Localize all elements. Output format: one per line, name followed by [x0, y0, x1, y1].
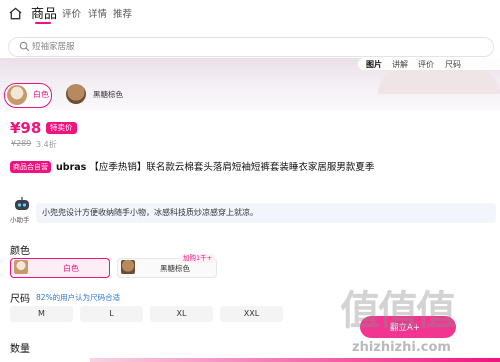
gallery-tab-size[interactable]: 尺码	[445, 59, 461, 70]
original-price: ¥289	[11, 139, 32, 148]
top-nav: 商品 评价 详情 推荐	[0, 0, 500, 30]
search-icon	[19, 41, 30, 52]
banner-color-chip-white[interactable]: 白色	[4, 83, 52, 108]
color-thumbnail	[14, 260, 28, 274]
add-to-cart-count-tag: 加购1千+	[180, 254, 216, 263]
assistant-name: 小助手	[10, 216, 30, 224]
assistant-tip-text: 小兜兜设计方便收纳随手小物，冰感科技质炒凉感穿上就凉。	[42, 208, 258, 217]
sale-price-badge: 特卖价	[46, 122, 77, 134]
brand-name: ubras	[56, 162, 87, 173]
search-placeholder: 短袖家居服	[32, 42, 75, 52]
product-title-text: 【应季热销】联名款云棉套头落肩短袖短裤套装睡衣家居服男款夏季	[89, 162, 375, 173]
current-price: ¥98	[10, 119, 42, 137]
banner-color-chip-brown[interactable]: 黑糖棕色	[66, 83, 130, 106]
color-thumbnail	[121, 260, 135, 274]
size-option-xl[interactable]: XL	[150, 306, 213, 322]
tab-active-indicator	[35, 22, 51, 24]
watermark: 值值值 zhizhizhi.com	[340, 270, 500, 362]
gallery-tab-reviews[interactable]: 评价	[418, 59, 434, 70]
quantity-heading: 数量	[10, 344, 30, 355]
size-fit-recommendation[interactable]: 82%的用户认为尺码合适	[36, 292, 120, 303]
gallery-tab-images[interactable]: 图片	[366, 59, 382, 70]
color-option-label: 白色	[63, 264, 79, 273]
gallery-tab-bar: 图片 讲解 评价 尺码	[358, 58, 500, 70]
color-thumbnail	[66, 84, 86, 104]
tab-product[interactable]: 商品	[31, 3, 57, 22]
watermark-logo: 值值值	[340, 288, 456, 334]
size-option-xxl[interactable]: XXL	[220, 306, 283, 322]
tab-reviews[interactable]: 评价	[62, 6, 81, 20]
tab-recommend[interactable]: 推荐	[113, 6, 132, 20]
assistant-tip: 小兜兜设计方便收纳随手小物，冰感科技质炒凉感穿上就凉。	[36, 203, 496, 223]
watermark-url: zhizhizhi.com	[352, 340, 451, 355]
robot-icon	[15, 197, 29, 210]
product-title: ubras 【应季热销】联名款云棉套头落肩短袖短裤套装睡衣家居服男款夏季	[56, 159, 496, 173]
gallery-tab-explain[interactable]: 讲解	[392, 59, 408, 70]
color-option-white[interactable]: 白色	[10, 258, 110, 278]
home-icon[interactable]	[8, 6, 23, 21]
color-option-label: 黑糖棕色	[160, 264, 190, 273]
tab-details[interactable]: 详情	[88, 6, 107, 20]
product-image	[378, 68, 500, 94]
size-heading: 尺码	[10, 294, 30, 305]
color-heading: 颜色	[10, 246, 30, 257]
size-option-m[interactable]: M	[10, 306, 73, 322]
chip-label: 白色	[33, 90, 49, 99]
size-option-l[interactable]: L	[80, 306, 143, 322]
search-input[interactable]: 短袖家居服	[8, 37, 494, 57]
chip-label: 黑糖棕色	[93, 90, 123, 99]
color-thumbnail	[7, 85, 27, 105]
discount-label: 3.4折	[36, 140, 57, 149]
mall-badge: 商品合自营	[10, 161, 51, 173]
